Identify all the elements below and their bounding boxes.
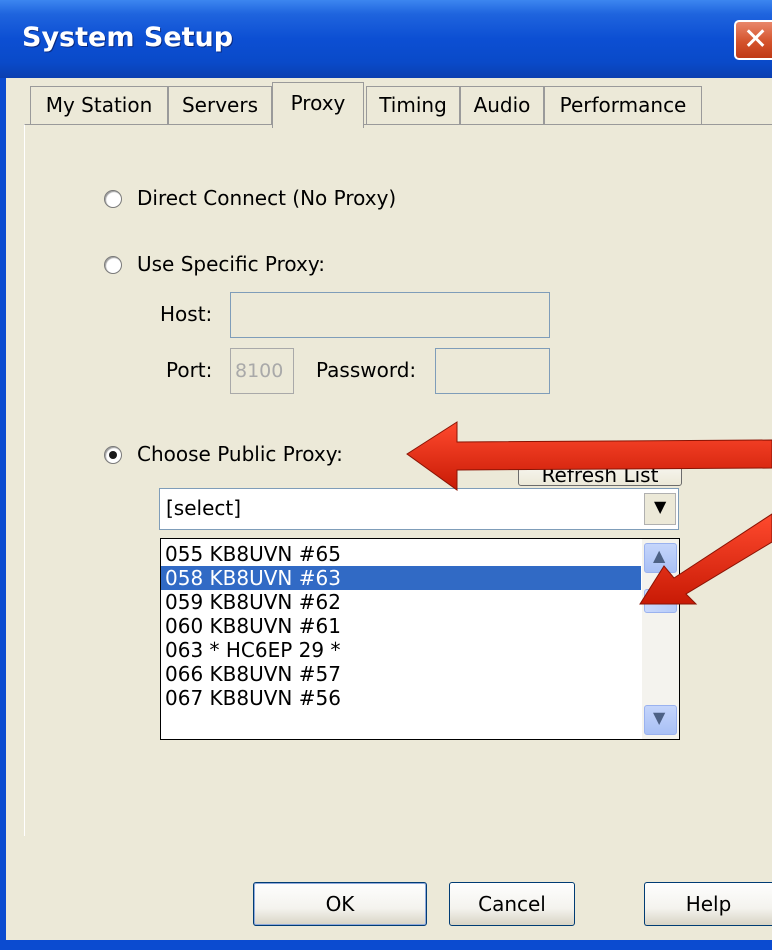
port-field[interactable]: 8100 — [230, 348, 294, 394]
host-field[interactable] — [230, 292, 550, 338]
window-title: System Setup — [22, 22, 234, 53]
specific-proxy-label: Use Specific Proxy: — [137, 252, 325, 276]
window-frame-bottom — [0, 940, 772, 950]
tab-proxy[interactable]: Proxy — [272, 82, 364, 128]
list-item[interactable]: 063 * HC6EP 29 * — [161, 638, 641, 662]
host-label: Host: — [160, 302, 213, 326]
close-button[interactable]: ✕ — [734, 20, 772, 60]
scroll-down-button[interactable]: ▼ — [644, 705, 677, 735]
help-button[interactable]: Help — [644, 882, 772, 926]
password-field[interactable] — [435, 348, 550, 394]
combobox-value: [select] — [166, 496, 242, 520]
tab-my-station[interactable]: My Station — [30, 86, 168, 124]
list-item[interactable]: 066 KB8UVN #57 — [161, 662, 641, 686]
tab-audio[interactable]: Audio — [460, 86, 544, 124]
window-frame-left — [0, 78, 6, 950]
title-bar: System Setup ✕ — [0, 0, 772, 78]
tab-servers[interactable]: Servers — [168, 86, 272, 124]
direct-connect-label: Direct Connect (No Proxy) — [137, 186, 397, 210]
annotation-arrow-public-proxy — [406, 421, 772, 491]
list-item[interactable]: 055 KB8UVN #65 — [161, 542, 641, 566]
specific-proxy-radio[interactable] — [104, 256, 122, 274]
list-item[interactable]: 060 KB8UVN #61 — [161, 614, 641, 638]
ok-button[interactable]: OK — [253, 882, 427, 926]
chevron-down-icon: ▼ — [653, 708, 666, 727]
list-item[interactable]: 059 KB8UVN #62 — [161, 590, 641, 614]
public-proxy-radio[interactable] — [104, 446, 122, 464]
list-item-selected[interactable]: 058 KB8UVN #63 — [161, 566, 641, 590]
port-label: Port: — [166, 358, 213, 382]
password-label: Password: — [316, 358, 417, 382]
tab-timing[interactable]: Timing — [366, 86, 460, 124]
list-item[interactable]: 067 KB8UVN #56 — [161, 686, 641, 710]
tab-performance[interactable]: Performance — [544, 86, 702, 124]
annotation-arrow-selected-item — [639, 513, 772, 605]
direct-connect-radio[interactable] — [104, 190, 122, 208]
close-icon: ✕ — [743, 22, 769, 57]
proxy-dropdown-list[interactable]: 055 KB8UVN #65 058 KB8UVN #63 059 KB8UVN… — [160, 538, 680, 740]
system-setup-window: System Setup ✕ My Station Servers Proxy … — [0, 0, 772, 950]
cancel-button[interactable]: Cancel — [449, 882, 575, 926]
public-proxy-label: Choose Public Proxy: — [137, 442, 343, 466]
